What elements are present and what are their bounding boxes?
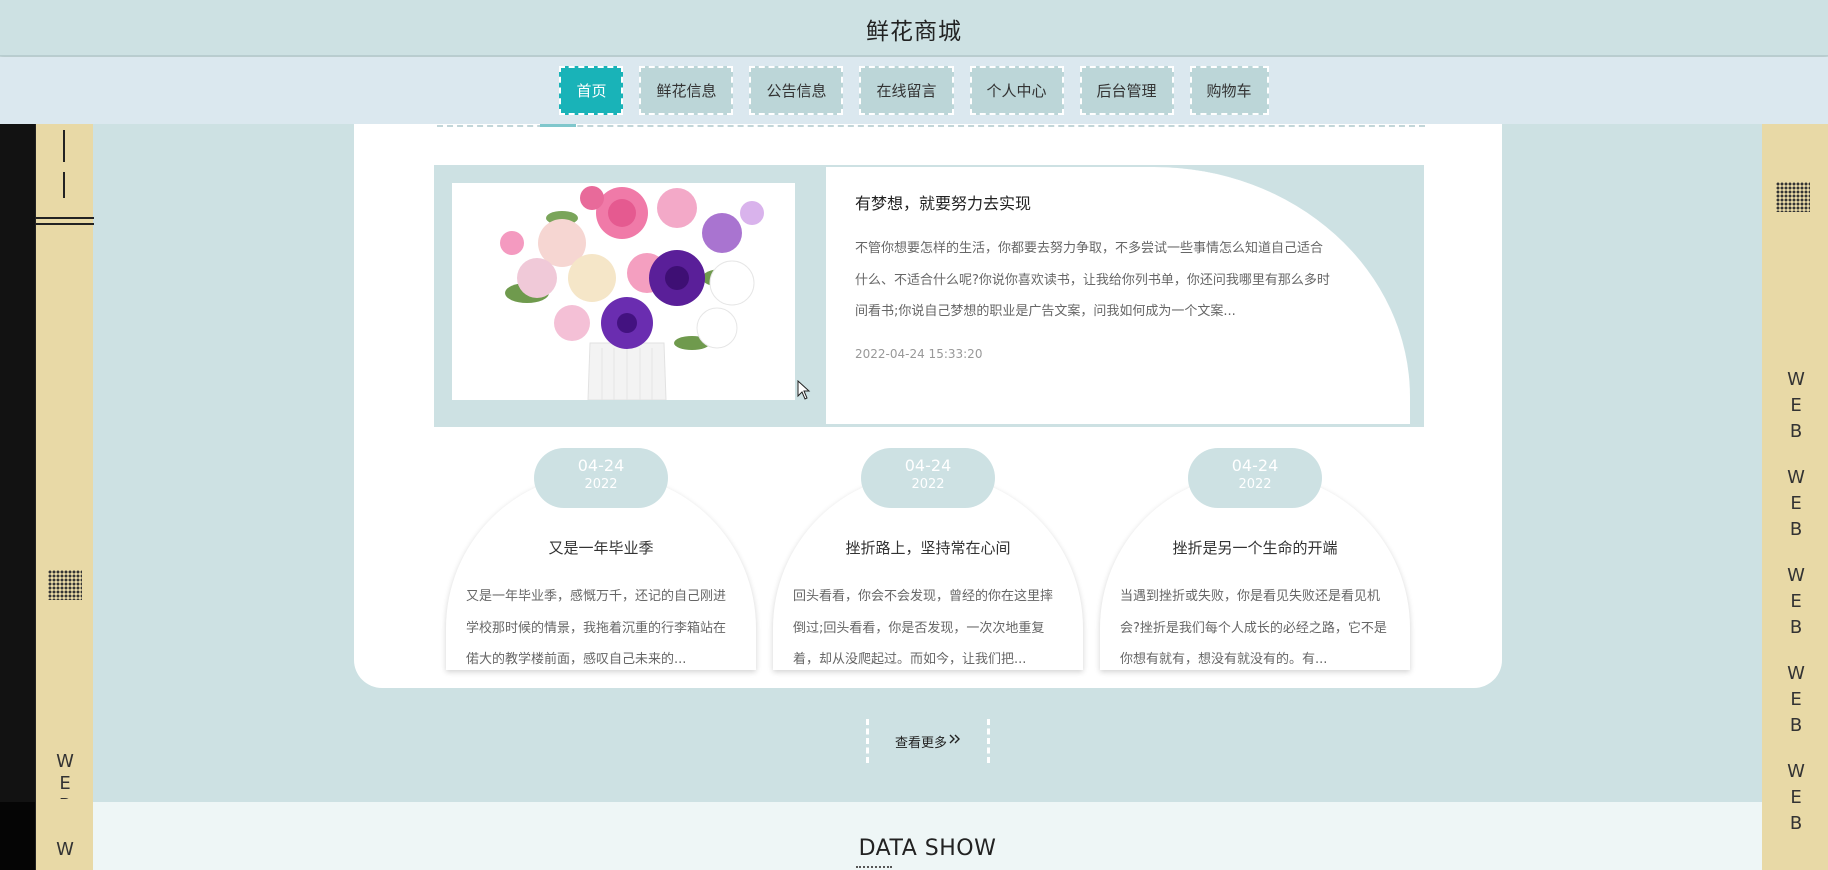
decor-line [63, 172, 65, 198]
dot-grid-icon [48, 570, 82, 600]
nav-cart[interactable]: 购物车 [1189, 66, 1269, 115]
section-divider-accent [540, 124, 576, 127]
mouse-cursor-icon [797, 380, 811, 400]
nav-profile[interactable]: 个人中心 [969, 66, 1064, 115]
view-more-label: 查看更多 [894, 735, 947, 751]
news-card-title[interactable]: 挫折路上，坚持常在心间 [773, 537, 1083, 558]
news-card-month-day: 04-24 [577, 456, 625, 475]
nav-admin[interactable]: 后台管理 [1079, 66, 1174, 115]
nav-announcements[interactable]: 公告信息 [749, 66, 844, 115]
news-card-year: 2022 [911, 477, 945, 492]
news-card-excerpt: 当遇到挫折或失败，你是看见失败还是看见机会?挫折是我们每个人成长的必经之路，它不… [1120, 589, 1387, 667]
decor-line [36, 217, 94, 219]
flower-bouquet-image [452, 183, 795, 400]
data-show-title: DATA SHOW [858, 836, 997, 861]
featured-news-title[interactable]: 有梦想，就要努力去实现 [855, 190, 1031, 214]
dot-grid-icon [1776, 182, 1810, 212]
featured-news[interactable]: 有梦想，就要努力去实现 不管你想要怎样的生活，你都要去努力争取，不多尝试一些事情… [434, 165, 1424, 427]
vertical-web-text-right: WEB WEB WEB WEB WEB [1787, 369, 1805, 834]
double-chevron-right-icon [949, 733, 961, 749]
news-card-date-badge: 04-24 2022 [534, 448, 668, 508]
news-card-year: 2022 [584, 477, 618, 492]
left-black-strip [0, 124, 35, 802]
data-show-underline [856, 866, 892, 870]
featured-news-excerpt: 不管你想要怎样的生活，你都要去努力争取，不多尝试一些事情怎么知道自己适合什么、不… [855, 241, 1330, 319]
news-card-date-badge: 04-24 2022 [1188, 448, 1322, 508]
news-card-month-day: 04-24 [1231, 456, 1279, 475]
news-card[interactable]: 04-24 2022 挫折是另一个生命的开端 当遇到挫折或失败，你是看见失败还是… [1100, 448, 1410, 670]
news-card-excerpt: 又是一年毕业季，感慨万千，还记的自己刚进学校那时候的情景，我拖着沉重的行李箱站在… [466, 589, 727, 667]
right-decor-bar: WEB WEB WEB WEB WEB [1762, 124, 1828, 870]
site-header: 鲜花商城 [0, 0, 1828, 56]
data-show-section: DATA SHOW [93, 802, 1762, 870]
featured-news-date: 2022-04-24 15:33:20 [855, 347, 983, 361]
left-black-strip-bottom [0, 802, 35, 870]
news-card-excerpt: 回头看看，你会不会发现，曾经的你在这里摔倒过;回头看看，你是否发现，一次次地重复… [793, 589, 1054, 667]
decor-line [63, 130, 65, 162]
left-decor-bar: WEB W [35, 124, 94, 870]
news-card-year: 2022 [1238, 477, 1272, 492]
vertical-web-text-left: WEB [56, 751, 74, 799]
nav-messages[interactable]: 在线留言 [859, 66, 954, 115]
main-nav: 首页 鲜花信息 公告信息 在线留言 个人中心 后台管理 购物车 [0, 57, 1828, 124]
vertical-web-text-left-2: W [56, 839, 74, 860]
news-card-month-day: 04-24 [904, 456, 952, 475]
site-title: 鲜花商城 [866, 19, 962, 45]
nav-home[interactable]: 首页 [559, 66, 624, 115]
featured-news-image[interactable] [452, 183, 795, 400]
news-card-title[interactable]: 又是一年毕业季 [446, 537, 756, 558]
nav-flower-info[interactable]: 鲜花信息 [639, 66, 734, 115]
news-card[interactable]: 04-24 2022 挫折路上，坚持常在心间 回头看看，你会不会发现，曾经的你在… [773, 448, 1083, 670]
news-card-title[interactable]: 挫折是另一个生命的开端 [1100, 537, 1410, 558]
view-more-button[interactable]: 查看更多 [866, 719, 990, 763]
decor-line [36, 223, 94, 225]
news-card[interactable]: 04-24 2022 又是一年毕业季 又是一年毕业季，感慨万千，还记的自己刚进学… [446, 448, 756, 670]
news-card-date-badge: 04-24 2022 [861, 448, 995, 508]
